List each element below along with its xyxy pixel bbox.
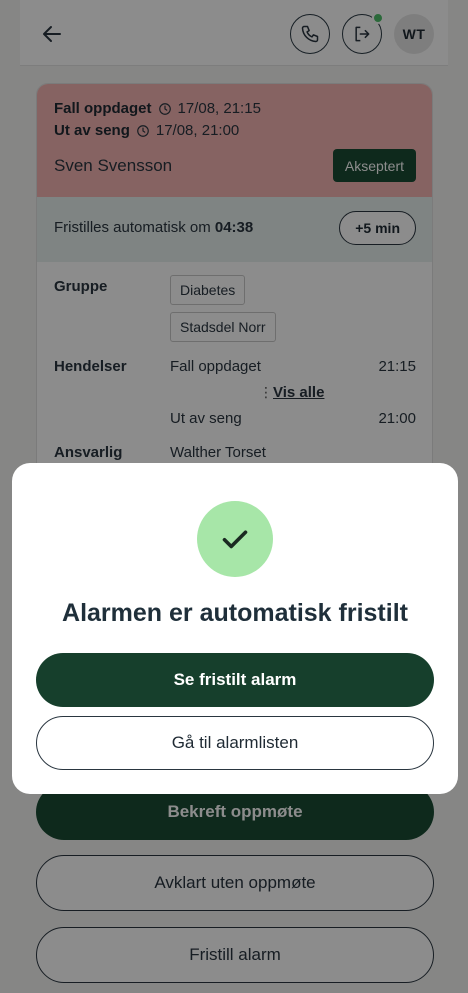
go-to-alarm-list-button[interactable]: Gå til alarmlisten	[36, 716, 434, 770]
modal-title: Alarmen er automatisk fristilt	[62, 599, 408, 627]
check-icon	[222, 530, 248, 549]
success-indicator	[197, 501, 273, 577]
auto-released-modal: Alarmen er automatisk fristilt Se fristi…	[12, 463, 458, 794]
view-released-alarm-button[interactable]: Se fristilt alarm	[36, 653, 434, 707]
